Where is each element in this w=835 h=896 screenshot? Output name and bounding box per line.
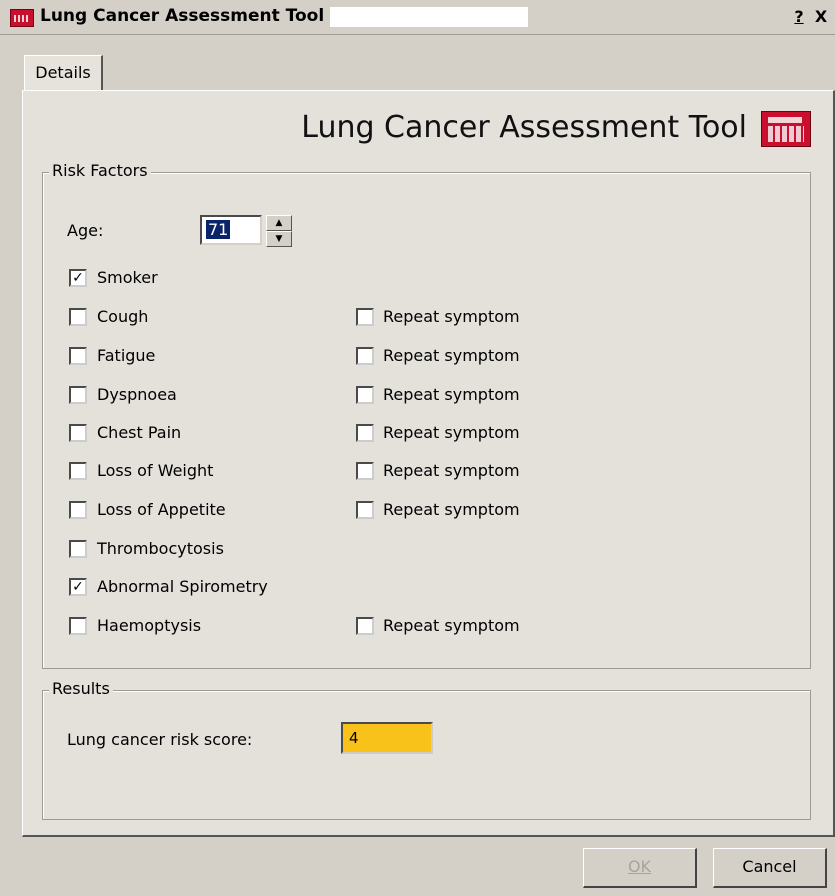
age-label: Age: bbox=[67, 221, 104, 240]
dyspnoea-repeat-label: Repeat symptom bbox=[383, 385, 520, 404]
chest-pain-repeat-checkbox[interactable] bbox=[356, 424, 374, 442]
ok-button[interactable]: OK bbox=[583, 848, 697, 888]
tab-details[interactable]: Details bbox=[24, 55, 103, 92]
risk-score-label: Lung cancer risk score: bbox=[67, 730, 253, 749]
cough-checkbox[interactable] bbox=[69, 308, 87, 326]
loss-of-appetite-label: Loss of Appetite bbox=[97, 500, 226, 519]
haemoptysis-label: Haemoptysis bbox=[97, 616, 202, 635]
cancel-button[interactable]: Cancel bbox=[713, 848, 827, 888]
age-input[interactable]: 71 bbox=[200, 215, 262, 245]
loss-of-weight-label: Loss of Weight bbox=[97, 461, 214, 480]
haemoptysis-repeat-label: Repeat symptom bbox=[383, 616, 520, 635]
haemoptysis-repeat-checkbox[interactable] bbox=[356, 617, 374, 635]
fatigue-checkbox[interactable] bbox=[69, 347, 87, 365]
page-title: Lung Cancer Assessment Tool bbox=[301, 110, 747, 145]
fatigue-label: Fatigue bbox=[97, 346, 156, 365]
cough-repeat-label: Repeat symptom bbox=[383, 307, 520, 326]
chest-pain-repeat-label: Repeat symptom bbox=[383, 423, 520, 442]
app-icon bbox=[10, 9, 34, 27]
age-increment-button[interactable]: ▲ bbox=[266, 215, 292, 231]
loss-of-weight-repeat-checkbox[interactable] bbox=[356, 462, 374, 480]
results-legend: Results bbox=[49, 679, 113, 698]
loss-of-appetite-checkbox[interactable] bbox=[69, 501, 87, 519]
loss-of-appetite-repeat-checkbox[interactable] bbox=[356, 501, 374, 519]
chest-pain-label: Chest Pain bbox=[97, 423, 182, 442]
smoker-checkbox[interactable]: ✓ bbox=[69, 269, 87, 287]
fatigue-repeat-label: Repeat symptom bbox=[383, 346, 520, 365]
thrombocytosis-checkbox[interactable] bbox=[69, 540, 87, 558]
chest-pain-checkbox[interactable] bbox=[69, 424, 87, 442]
age-value: 71 bbox=[206, 220, 231, 239]
loss-of-weight-checkbox[interactable] bbox=[69, 462, 87, 480]
loss-of-appetite-repeat-label: Repeat symptom bbox=[383, 500, 520, 519]
abnormal-spirometry-checkbox[interactable]: ✓ bbox=[69, 578, 87, 596]
abnormal-spirometry-label: Abnormal Spirometry bbox=[97, 577, 268, 596]
results-group: Results bbox=[42, 679, 811, 820]
smoker-label: Smoker bbox=[97, 268, 158, 287]
risk-factors-legend: Risk Factors bbox=[49, 161, 151, 180]
loss-of-weight-repeat-label: Repeat symptom bbox=[383, 461, 520, 480]
title-bar: Lung Cancer Assessment Tool - ? X bbox=[0, 0, 835, 35]
fatigue-repeat-checkbox[interactable] bbox=[356, 347, 374, 365]
dyspnoea-checkbox[interactable] bbox=[69, 386, 87, 404]
window-title: Lung Cancer Assessment Tool - bbox=[40, 6, 338, 26]
calculator-icon bbox=[761, 111, 811, 147]
dyspnoea-label: Dyspnoea bbox=[97, 385, 177, 404]
haemoptysis-checkbox[interactable] bbox=[69, 617, 87, 635]
cough-repeat-checkbox[interactable] bbox=[356, 308, 374, 326]
thrombocytosis-label: Thrombocytosis bbox=[97, 539, 224, 558]
cough-label: Cough bbox=[97, 307, 149, 326]
dyspnoea-repeat-checkbox[interactable] bbox=[356, 386, 374, 404]
help-button[interactable]: ? bbox=[790, 8, 808, 26]
age-decrement-button[interactable]: ▼ bbox=[266, 231, 292, 247]
redacted-area bbox=[330, 7, 528, 27]
close-button[interactable]: X bbox=[812, 8, 830, 26]
risk-score-field: 4 bbox=[341, 722, 433, 754]
age-spinner: ▲ ▼ bbox=[266, 215, 292, 247]
